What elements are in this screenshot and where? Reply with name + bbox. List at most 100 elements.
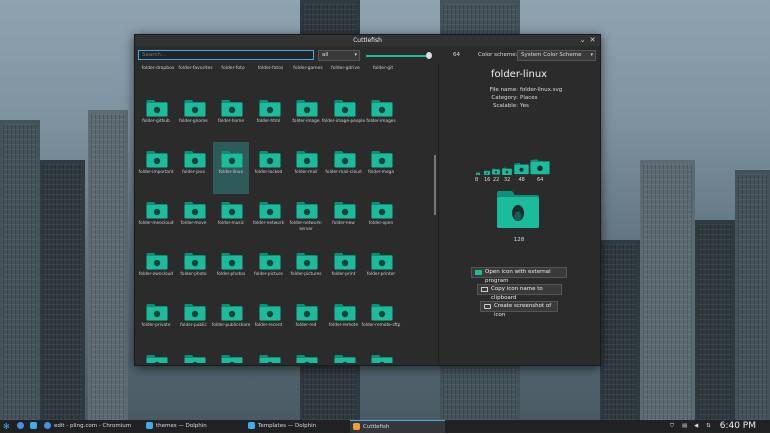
search-input[interactable] [138, 50, 314, 60]
icon-cell[interactable] [363, 346, 399, 363]
icon-label: folder-foto [221, 66, 245, 71]
icon-cell[interactable] [326, 346, 362, 363]
grid-scrollbar[interactable] [434, 155, 436, 215]
button-label: Copy icon name to clipboard [491, 286, 543, 301]
folder-icon [371, 355, 393, 363]
folder-github-icon [146, 100, 168, 117]
icon-cell-folder-important[interactable]: folder-important [138, 142, 174, 194]
folder-pictures-icon [296, 253, 318, 270]
icon-cell[interactable] [176, 346, 212, 363]
folder-gnome-icon [184, 100, 205, 117]
taskbar-task-dolphin-themes[interactable]: themes — Dolphin [146, 420, 241, 433]
icon-cell-folder-pictures[interactable]: folder-pictures [288, 244, 324, 296]
icon-cell[interactable] [213, 346, 249, 363]
icon-cell-folder-public[interactable]: folder-public [176, 295, 212, 347]
size-label: 16 [484, 177, 491, 183]
filter-value: all [322, 52, 329, 58]
taskbar-task-chromium[interactable]: edit - pling.com - Chromium [44, 420, 139, 433]
folder-linux-preview-32[interactable] [502, 167, 512, 176]
icon-cell-folder-mail[interactable]: folder-mail [288, 142, 324, 194]
filter-dropdown[interactable]: all ▾ [318, 50, 360, 61]
close-button[interactable]: ✕ [588, 36, 597, 45]
icon-cell-folder-red[interactable]: folder-red [288, 295, 324, 347]
icon-cell-folder-network-server[interactable]: folder-network-server [288, 193, 324, 245]
icon-cell-folder-meocloud[interactable]: folder-meocloud [138, 193, 174, 245]
icon-cell-folder-gnome[interactable]: folder-gnome [176, 91, 212, 143]
icon-cell-folder-move[interactable]: folder-move [176, 193, 212, 245]
icon-cell-folder-picture[interactable]: folder-picture [251, 244, 287, 296]
icon-cell-folder-images[interactable]: folder-images [363, 91, 399, 143]
folder-linux-preview-64[interactable] [530, 158, 550, 175]
icon-cell-folder-github[interactable]: folder-github [138, 91, 174, 143]
folder-icon [184, 355, 205, 363]
network-icon[interactable]: ⇅ [706, 420, 711, 433]
icon-cell-folder-java[interactable]: folder-java [176, 142, 212, 194]
icon-cell-folder-linux[interactable]: folder-linux [213, 142, 249, 194]
icon-cell-folder-mail-cloud[interactable]: folder-mail-cloud [325, 142, 362, 194]
taskbar-task-cuttlefish[interactable]: Cuttlefish [350, 420, 445, 433]
icon-label: folder-remote-sftp [361, 323, 401, 328]
taskbar-dolphin-launcher[interactable] [30, 420, 40, 433]
folder-linux-large-icon[interactable] [496, 189, 540, 229]
icon-cell-folder-remote[interactable]: folder-remote [326, 295, 362, 347]
icon-cell-folder-html[interactable]: folder-html [251, 91, 287, 143]
folder-linux-preview-16[interactable] [484, 170, 490, 175]
copy-icon [481, 287, 488, 292]
scalable-value: Yes [520, 103, 529, 109]
clipboard-icon[interactable]: ▤ [682, 420, 687, 433]
icon-cell-folder-home[interactable]: folder-home [213, 91, 249, 143]
slider-handle[interactable] [425, 52, 432, 59]
create-screenshot-button[interactable]: Create screenshot of icon [480, 301, 558, 318]
icon-cell[interactable] [288, 346, 324, 363]
icon-label: folder-games [293, 66, 323, 71]
window-titlebar[interactable]: Cuttlefish ⌄ ✕ [135, 35, 600, 46]
icon-cell-folder-photos[interactable]: folder-photos [213, 244, 249, 296]
folder-photos-icon [221, 253, 243, 270]
icon-cell-folder-new[interactable]: folder-new [326, 193, 362, 245]
application-launcher-icon[interactable]: ✻ [3, 420, 10, 433]
icon-cell-folder-photo[interactable]: folder-photo [176, 244, 212, 296]
icon-cell-folder-music[interactable]: folder-music [213, 193, 249, 245]
icon-cell-folder-owncloud[interactable]: folder-owncloud [138, 244, 174, 296]
chevron-down-icon: ▾ [354, 52, 357, 58]
icon-cell-folder-network[interactable]: folder-network [251, 193, 287, 245]
icon-cell-folder-recent[interactable]: folder-recent [251, 295, 287, 347]
icon-cell-folder-printer[interactable]: folder-printer [363, 244, 399, 296]
color-scheme-dropdown[interactable]: System Color Scheme ▾ [517, 50, 596, 61]
taskbar: ✻ edit - pling.com - Chromium themes — D… [0, 420, 770, 433]
taskbar-chromium-launcher[interactable] [17, 420, 27, 433]
taskbar-task-dolphin-templates[interactable]: Templates — Dolphin [248, 420, 343, 433]
shield-icon[interactable]: ⛉ [670, 420, 674, 433]
clock[interactable]: 6:40 PM [720, 420, 756, 433]
scalable-label: Scalable: [492, 103, 518, 109]
button-label: Create screenshot of icon [494, 303, 552, 318]
folder-linux-preview-48[interactable] [514, 162, 529, 175]
folder-remote-sftp-icon [371, 304, 393, 321]
icon-cell-folder-image-people[interactable]: folder-image-people [322, 91, 365, 143]
volume-icon[interactable]: ◀ [694, 420, 698, 433]
icon-cell-folder-image[interactable]: folder-image [288, 91, 324, 143]
icon-cell-folder-locked[interactable]: folder-locked [251, 142, 287, 194]
folder-icon [248, 422, 255, 429]
icon-cell-folder-publicshare[interactable]: folder-publicshare [212, 295, 250, 347]
icon-cell-folder-open[interactable]: folder-open [363, 193, 399, 245]
icon-label: folder-gdrive [331, 66, 360, 71]
icon-cell-folder-remote-sftp[interactable]: folder-remote-sftp [362, 295, 400, 347]
icon-cell-folder-print[interactable]: folder-print [326, 244, 362, 296]
chromium-icon [44, 422, 51, 429]
icon-cell[interactable] [251, 346, 287, 363]
copy-icon-name-button[interactable]: Copy icon name to clipboard [477, 284, 562, 301]
task-label: edit - pling.com - Chromium [54, 423, 132, 429]
icon-cell[interactable] [138, 346, 174, 363]
icon-cell-folder-private[interactable]: folder-private [138, 295, 174, 347]
icon-size-slider[interactable] [366, 52, 432, 59]
folder-linux-preview-8[interactable] [476, 171, 480, 175]
icon-cell-folder-mega[interactable]: folder-mega [363, 142, 399, 194]
open-with-external-program-button[interactable]: Open icon with external program [471, 267, 567, 284]
folder-icon [146, 422, 153, 429]
folder-linux-preview-22[interactable] [492, 168, 500, 175]
folder-private-icon [146, 304, 168, 321]
minimize-button[interactable]: ⌄ [578, 36, 587, 45]
folder-images-icon [371, 100, 393, 117]
slider-fill [366, 55, 429, 57]
